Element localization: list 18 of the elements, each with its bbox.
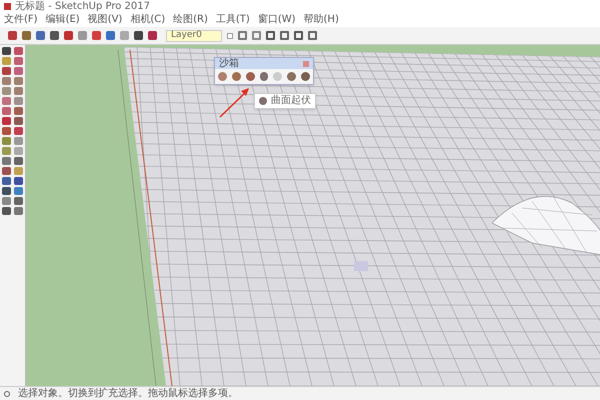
menu-item[interactable]: 窗口(W) [258, 15, 296, 25]
menu-item[interactable]: 视图(V) [88, 15, 122, 25]
menu-item[interactable]: 相机(C) [130, 15, 166, 25]
status-icon [4, 390, 10, 396]
app-icon [4, 3, 11, 10]
tooltip-text: 曲面起伏 [271, 96, 311, 106]
menu-item[interactable]: 编辑(E) [46, 15, 80, 25]
close-icon[interactable] [303, 60, 309, 66]
status-text: 选择对象。切换到扩充选择。拖动鼠标选择多项。 [18, 388, 238, 398]
menu-item[interactable]: 文件(F) [4, 15, 38, 25]
menu-item[interactable]: 绘图(R) [173, 15, 208, 25]
window-title: 无标题 - SketchUp Pro 2017 [15, 2, 150, 12]
menu-item[interactable]: 工具(T) [216, 15, 250, 25]
menu-item[interactable]: 帮助(H) [304, 15, 339, 25]
layer-field[interactable]: Layer0 [166, 30, 222, 42]
tool-icon [259, 97, 267, 105]
arrow-annotation [218, 85, 252, 119]
toolbar-title: 沙箱 [219, 58, 239, 68]
